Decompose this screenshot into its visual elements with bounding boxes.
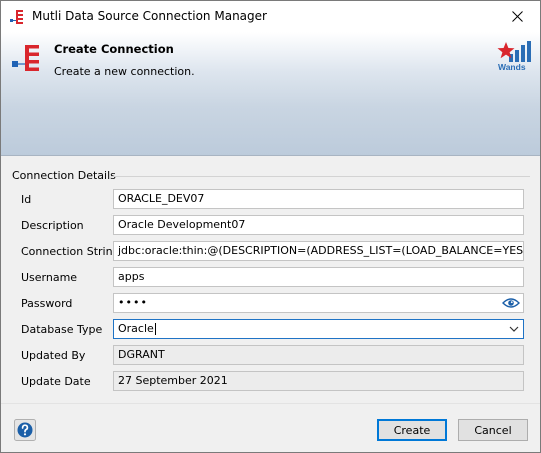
close-button[interactable] — [494, 1, 540, 32]
database-type-select[interactable]: Oracle — [113, 319, 524, 339]
description-label: Description — [21, 219, 84, 232]
description-field[interactable]: Oracle Development07 — [113, 215, 524, 235]
id-label: Id — [21, 193, 32, 206]
password-field[interactable]: •••• — [113, 293, 524, 313]
update-date-field: 27 September 2021 — [113, 371, 524, 391]
password-label: Password — [21, 297, 73, 310]
banner-title: Create Connection — [54, 42, 174, 56]
connection-string-field[interactable]: jdbc:oracle:thin:@(DESCRIPTION=(ADDRESS_… — [113, 241, 524, 261]
update-date-label: Update Date — [21, 375, 91, 388]
title-bar: Mutli Data Source Connection Manager — [1, 1, 540, 32]
create-button[interactable]: Create — [377, 419, 447, 441]
eye-icon[interactable] — [502, 296, 520, 310]
text-caret — [154, 323, 156, 335]
section-divider — [111, 176, 530, 177]
updated-by-field: DGRANT — [113, 345, 524, 365]
close-icon — [511, 11, 523, 22]
username-field[interactable]: apps — [113, 267, 524, 287]
database-type-label: Database Type — [21, 323, 103, 336]
username-label: Username — [21, 271, 78, 284]
dialog-window: Mutli Data Source Connection Manager Cre… — [0, 0, 541, 453]
connection-string-label: Connection String — [21, 245, 120, 258]
banner-subtitle: Create a new connection. — [54, 65, 195, 78]
help-icon[interactable] — [14, 419, 36, 441]
window-title: Mutli Data Source Connection Manager — [32, 9, 267, 23]
chevron-down-icon[interactable] — [509, 325, 519, 333]
header-banner: Create Connection Create a new connectio… — [1, 32, 540, 156]
logo-text: Wands — [498, 62, 526, 72]
footer-divider — [1, 403, 540, 404]
network-tree-icon — [10, 10, 23, 24]
section-label: Connection Details — [12, 169, 116, 182]
network-tree-icon — [12, 45, 39, 71]
cancel-button[interactable]: Cancel — [458, 419, 528, 441]
updated-by-label: Updated By — [21, 349, 86, 362]
id-field[interactable]: ORACLE_DEV07 — [113, 189, 524, 209]
